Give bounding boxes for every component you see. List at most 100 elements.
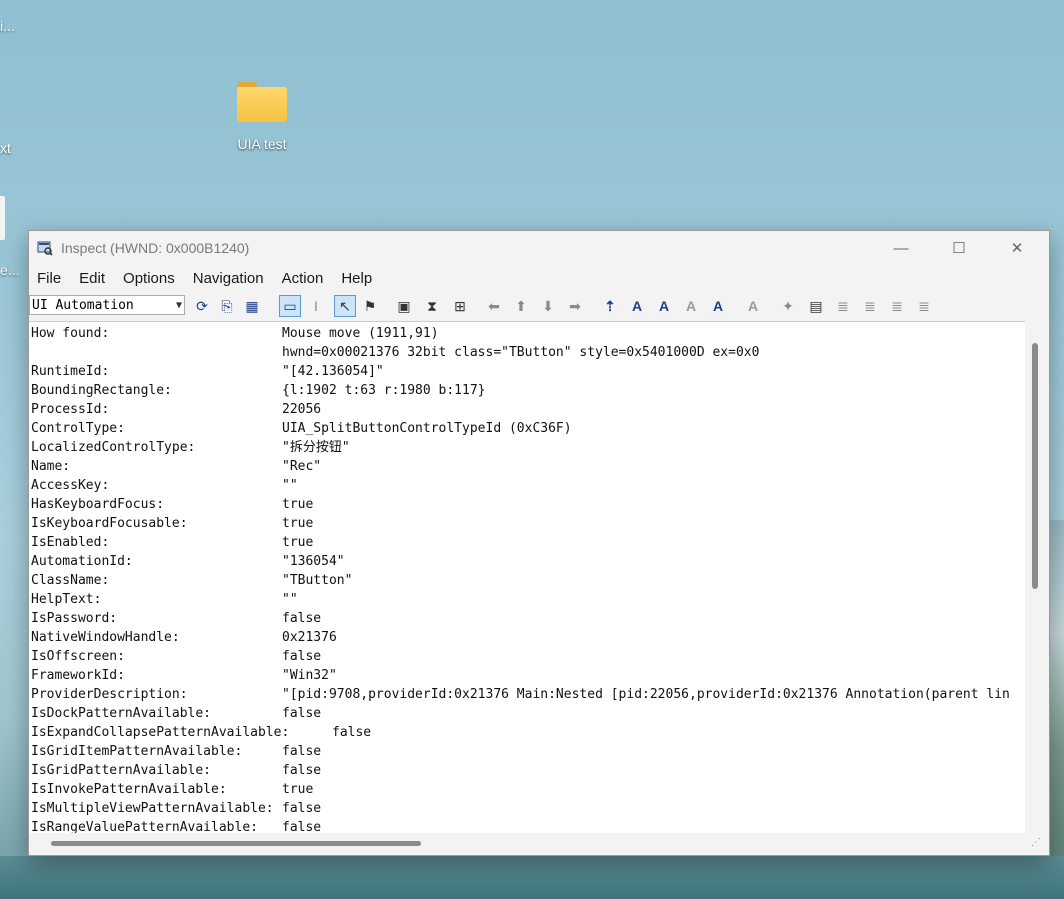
- tree-root-button[interactable]: A: [742, 295, 764, 317]
- watch-tooltip-cursor-button[interactable]: ⚑: [359, 295, 381, 317]
- show-highlight-rectangle-button[interactable]: ▭: [279, 295, 301, 317]
- menu-action[interactable]: Action: [273, 267, 333, 291]
- action-list-button-4[interactable]: ≣: [913, 295, 935, 317]
- show-caret-highlight-button[interactable]: I: [305, 295, 327, 317]
- mode-select[interactable]: UI Automation ▼: [29, 295, 185, 315]
- inspect-window: Inspect (HWND: 0x000B1240) — ☐ ✕ File Ed…: [28, 230, 1050, 856]
- tree-parent-icon: ⇡: [604, 297, 616, 314]
- property-value: "拆分按钮": [282, 440, 350, 455]
- list-icon: ≣: [837, 297, 849, 314]
- desktop-icon-label-partial[interactable]: e...: [0, 262, 19, 278]
- select-window-button[interactable]: ▣: [393, 295, 415, 317]
- chevron-down-icon: ▼: [175, 300, 182, 311]
- property-key: LocalizedControlType:: [31, 440, 196, 455]
- property-key: AccessKey:: [31, 478, 110, 493]
- properties-pane[interactable]: How found: Mouse move (1911,91) hwnd=0x000…: [29, 321, 1025, 834]
- action-list-button-2[interactable]: ≣: [859, 295, 881, 317]
- hourglass-button[interactable]: ⧗: [421, 295, 443, 317]
- watch-focus-icon: ⟳: [196, 297, 208, 314]
- property-key: RuntimeId:: [31, 364, 110, 379]
- tree-last-child-button[interactable]: A: [707, 295, 729, 317]
- property-key: ProcessId:: [31, 402, 110, 417]
- property-key: IsOffscreen:: [31, 649, 125, 664]
- minimize-icon: —: [893, 239, 909, 257]
- maximize-icon: ☐: [952, 240, 966, 257]
- close-icon: ✕: [1010, 240, 1024, 257]
- arrow-down-icon: ⬇: [542, 297, 554, 314]
- action-invoke-button[interactable]: ✦: [777, 295, 799, 317]
- tree-node-icon: A: [747, 298, 759, 314]
- property-key: ControlType:: [31, 421, 125, 436]
- list-icon: ≣: [864, 297, 876, 314]
- inspect-app-icon: [37, 241, 53, 256]
- menu-help[interactable]: Help: [332, 267, 381, 291]
- property-key: IsExpandCollapsePatternAvailable:: [31, 725, 290, 740]
- title-bar[interactable]: Inspect (HWND: 0x000B1240) — ☐ ✕: [29, 231, 1049, 265]
- nav-forward-button[interactable]: ➡: [564, 295, 586, 317]
- cursor-arrow-icon: ↖: [339, 297, 351, 314]
- property-value: "Rec": [282, 459, 322, 474]
- nav-down-button[interactable]: ⬇: [537, 295, 559, 317]
- vertical-scroll-thumb[interactable]: [1032, 343, 1038, 589]
- desktop-icon-label-partial[interactable]: xt: [0, 140, 11, 156]
- toolbar: UI Automation ▼ ⟳ ⎘ ▦ ▭ I ↖ ⚑ ▣ ⧗ ⊞ ⬅ ⬆ …: [29, 293, 1049, 319]
- maximize-button[interactable]: ☐: [930, 231, 988, 265]
- watch-cursor-button[interactable]: ↖: [334, 295, 356, 317]
- window-select-icon: ▣: [397, 297, 411, 314]
- minimize-button[interactable]: —: [872, 231, 930, 265]
- property-value: false: [282, 744, 322, 759]
- nav-back-button[interactable]: ⬅: [483, 295, 505, 317]
- property-value: UIA_SplitButtonControlTypeId (0xC36F): [282, 421, 572, 436]
- menu-options[interactable]: Options: [114, 267, 184, 291]
- tree-node-icon: A: [712, 298, 724, 314]
- menu-edit[interactable]: Edit: [70, 267, 114, 291]
- tree-first-child-button[interactable]: A: [626, 295, 648, 317]
- close-button[interactable]: ✕: [988, 231, 1046, 265]
- horizontal-scroll-thumb[interactable]: [51, 841, 421, 846]
- menu-navigation[interactable]: Navigation: [184, 267, 273, 291]
- desktop-folder-uia-test[interactable]: UIA test: [222, 78, 302, 152]
- arrow-right-icon: ➡: [569, 297, 581, 314]
- horizontal-scrollbar[interactable]: [29, 833, 1025, 853]
- flag-icon: ⚑: [363, 297, 377, 314]
- property-key: IsDockPatternAvailable:: [31, 706, 212, 721]
- property-key: FrameworkId:: [31, 668, 125, 683]
- property-value: "[42.136054]": [282, 364, 384, 379]
- watch-focus-button[interactable]: ⟳: [191, 295, 213, 317]
- property-key: ProviderDescription:: [31, 687, 188, 702]
- vertical-scrollbar[interactable]: [1025, 321, 1047, 833]
- property-key: IsKeyboardFocusable:: [31, 516, 188, 531]
- resize-grip-icon[interactable]: ⋰: [1031, 837, 1041, 848]
- property-value: "Win32": [282, 668, 337, 683]
- property-value: "": [282, 478, 298, 493]
- watch-tooltip-button[interactable]: ▦: [241, 295, 263, 317]
- property-value: false: [282, 801, 322, 816]
- watch-caret-button[interactable]: ⎘: [216, 295, 238, 317]
- property-key: HasKeyboardFocus:: [31, 497, 165, 512]
- mode-select-value: UI Automation: [32, 298, 134, 313]
- list-icon: ≣: [891, 297, 903, 314]
- tree-parent-button[interactable]: ⇡: [599, 295, 621, 317]
- tree-next-sibling-button[interactable]: A: [653, 295, 675, 317]
- property-key: IsGridItemPatternAvailable:: [31, 744, 243, 759]
- folder-icon: [235, 78, 289, 122]
- caret-icon: I: [314, 298, 318, 314]
- menu-bar: File Edit Options Navigation Action Help: [29, 267, 381, 291]
- action-list-button-1[interactable]: ≣: [832, 295, 854, 317]
- menu-file[interactable]: File: [29, 267, 70, 291]
- wallpaper-water: [0, 856, 1064, 899]
- property-value: true: [282, 535, 314, 550]
- property-value: 0x21376: [282, 630, 337, 645]
- property-value: "136054": [282, 554, 345, 569]
- nav-up-button[interactable]: ⬆: [510, 295, 532, 317]
- desktop-file-icon-partial[interactable]: [0, 196, 5, 240]
- action-list-button-3[interactable]: ≣: [886, 295, 908, 317]
- tree-prev-sibling-button[interactable]: A: [680, 295, 702, 317]
- action-select-button[interactable]: ▤: [805, 295, 827, 317]
- property-key: IsGridPatternAvailable:: [31, 763, 212, 778]
- select-icon: ▤: [809, 297, 823, 314]
- show-text-button[interactable]: ⊞: [449, 295, 471, 317]
- desktop-icon-label-partial[interactable]: i...: [0, 18, 15, 34]
- property-key: HelpText:: [31, 592, 102, 607]
- arrow-left-icon: ⬅: [488, 297, 500, 314]
